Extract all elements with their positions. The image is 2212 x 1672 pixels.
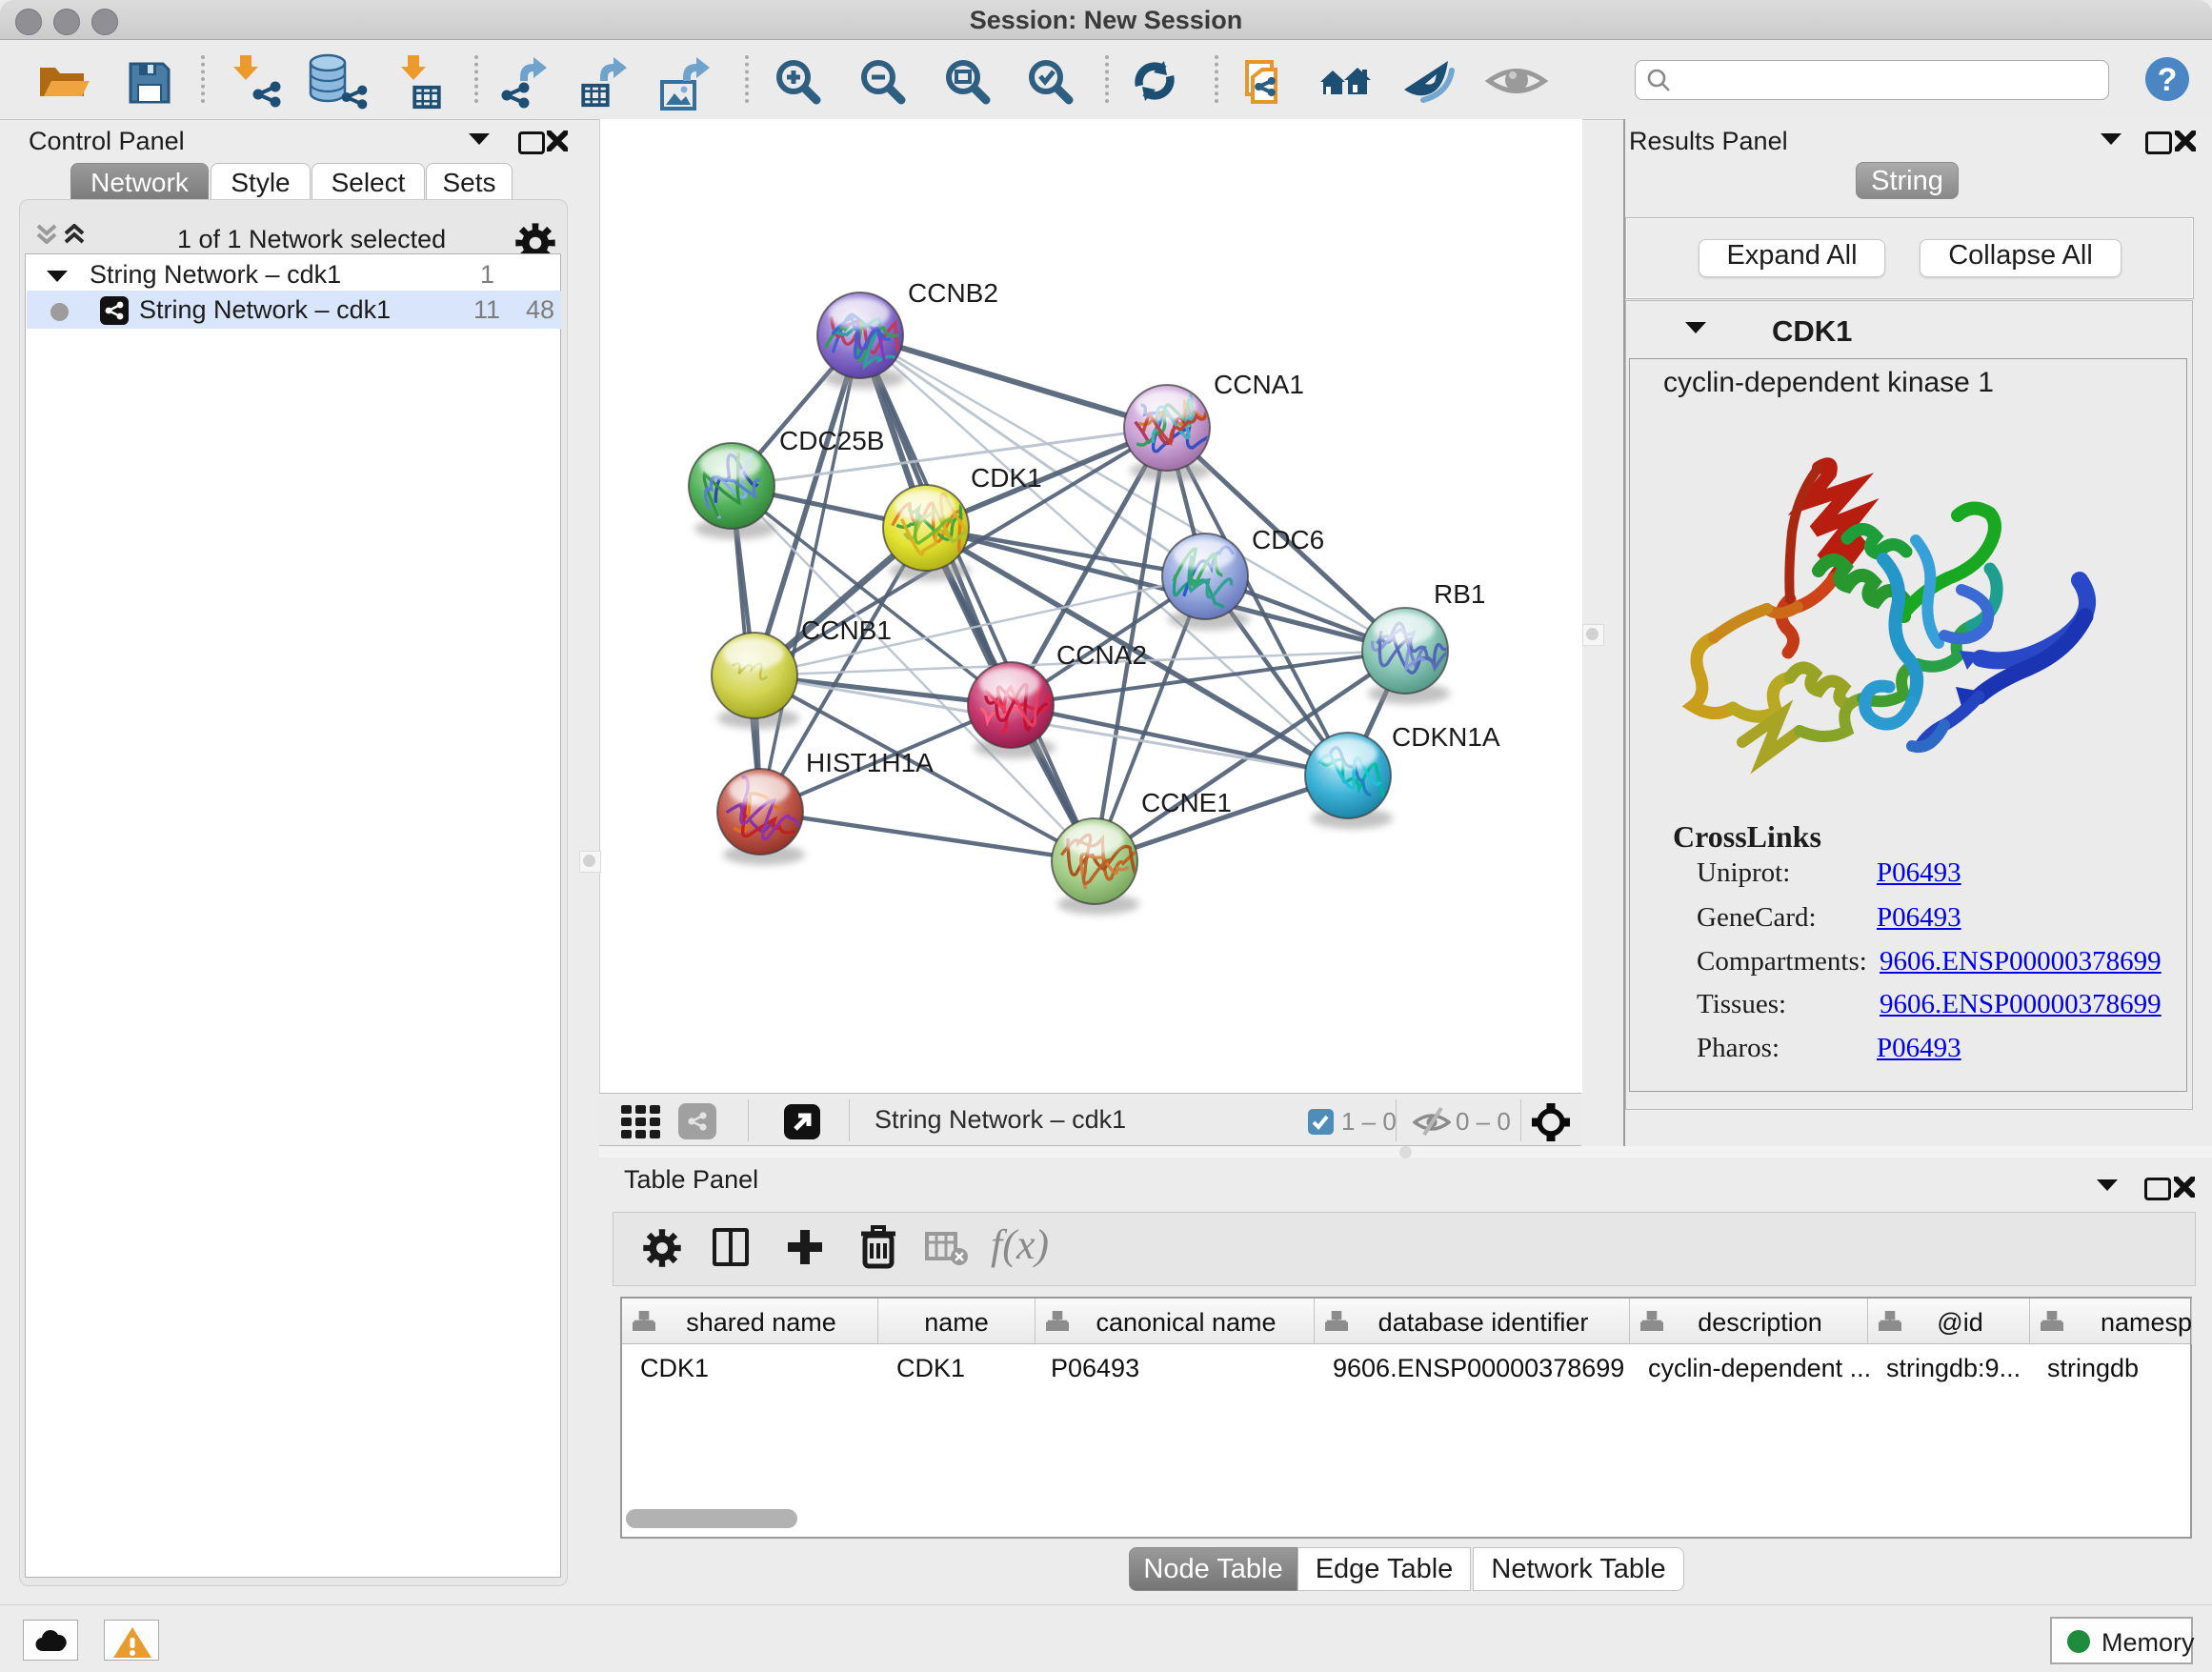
svg-text:CCNA2: CCNA2 <box>1056 640 1147 670</box>
svg-text:RB1: RB1 <box>1434 579 1485 609</box>
svg-text:CDKN1A: CDKN1A <box>1392 722 1500 752</box>
svg-text:CDC6: CDC6 <box>1252 525 1324 554</box>
svg-text:CCNB2: CCNB2 <box>908 278 998 308</box>
svg-text:?: ? <box>2158 62 2178 98</box>
svg-text:HIST1H1A: HIST1H1A <box>806 748 934 777</box>
svg-text:CDK1: CDK1 <box>971 463 1042 493</box>
svg-text:CDC25B: CDC25B <box>779 426 884 455</box>
svg-text:CCNE1: CCNE1 <box>1141 788 1232 817</box>
svg-text:CCNA1: CCNA1 <box>1214 370 1304 399</box>
svg-text:CCNB1: CCNB1 <box>801 615 892 645</box>
